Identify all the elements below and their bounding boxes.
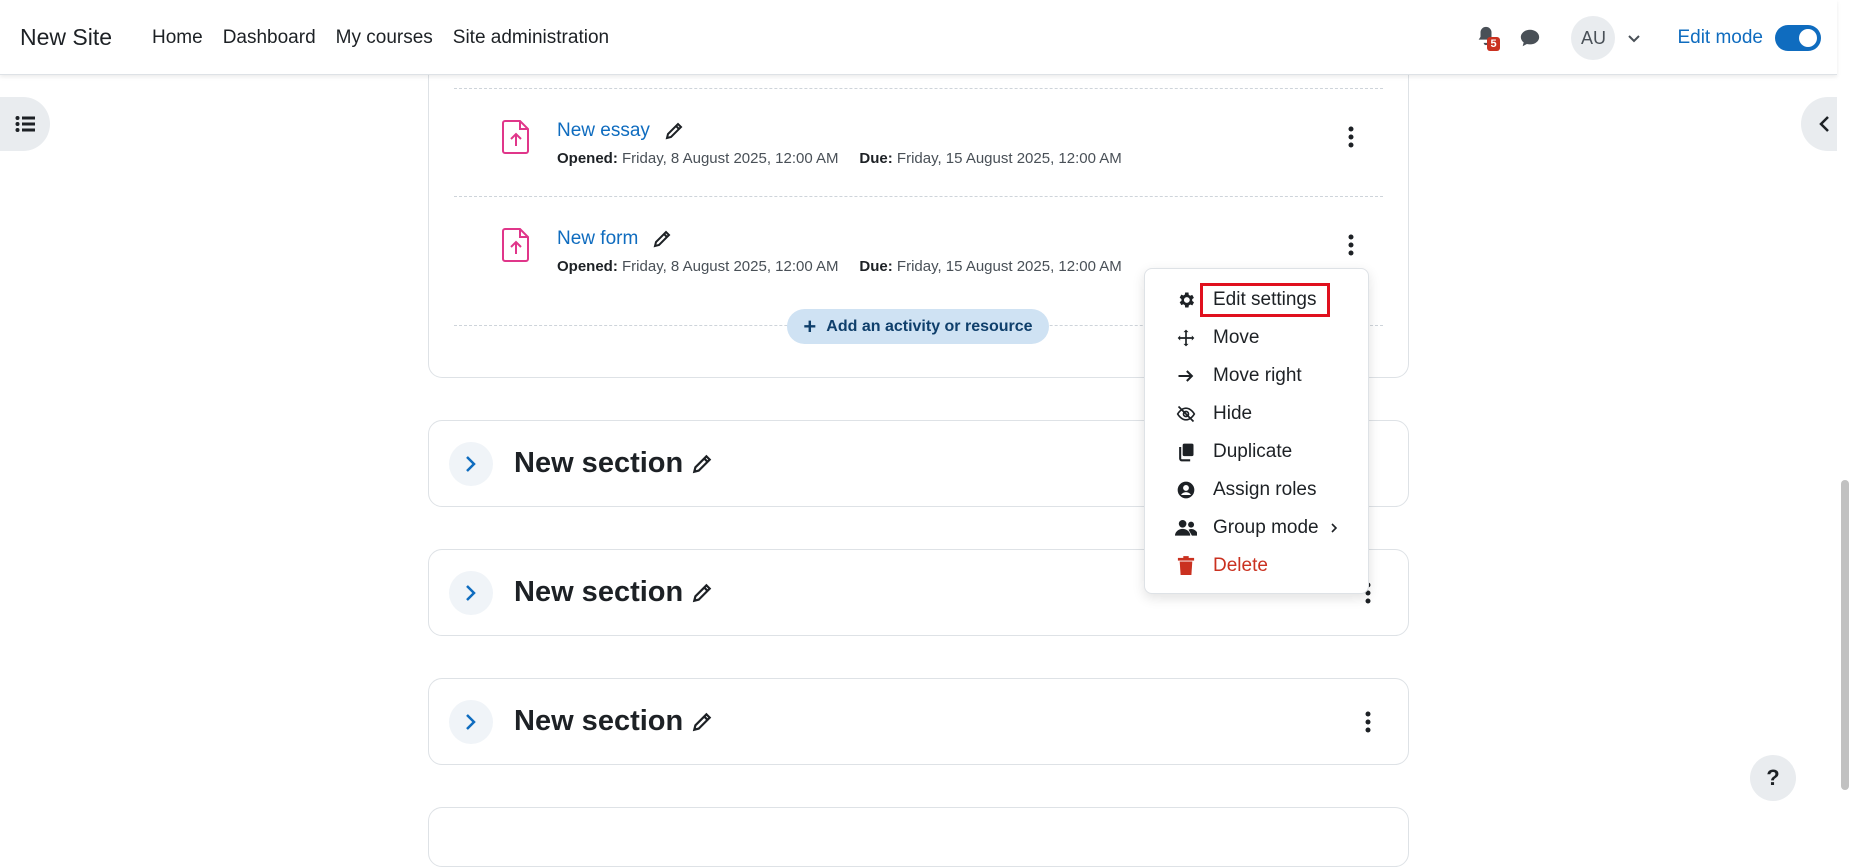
users-icon	[1175, 517, 1197, 539]
user-avatar[interactable]: AU	[1571, 16, 1616, 60]
add-activity-label: Add an activity or resource	[826, 317, 1033, 335]
nav-home[interactable]: Home	[152, 27, 203, 49]
menu-item-group-mode[interactable]: Group mode	[1145, 509, 1368, 547]
chevron-left-icon	[1819, 116, 1829, 132]
section-title: New section	[514, 705, 713, 738]
menu-item-label: Move right	[1213, 365, 1302, 386]
site-brand[interactable]: New Site	[20, 24, 112, 51]
chat-icon[interactable]	[1519, 27, 1541, 49]
arrow-right-icon	[1175, 365, 1197, 387]
section-name[interactable]: New section	[514, 705, 683, 738]
opened-label: Opened:	[557, 150, 618, 167]
activity-divider	[454, 196, 1383, 197]
section-title: New section	[514, 576, 713, 609]
pencil-icon[interactable]	[691, 582, 713, 604]
help-button[interactable]: ?	[1750, 755, 1796, 801]
menu-item-edit-settings[interactable]: Edit settings	[1145, 281, 1368, 319]
activity-divider	[454, 88, 1383, 89]
move-icon	[1175, 327, 1197, 349]
menu-item-label: Assign roles	[1213, 479, 1317, 500]
trash-icon	[1175, 555, 1197, 577]
menu-item-move[interactable]: Move	[1145, 319, 1368, 357]
assignment-icon	[502, 120, 529, 154]
menu-item-label: Move	[1213, 327, 1260, 348]
activity-title[interactable]: New essay	[557, 120, 684, 142]
chevron-right-icon	[466, 585, 476, 601]
activity-title[interactable]: New form	[557, 228, 672, 250]
due-label: Due:	[859, 258, 893, 275]
activity-dates: Opened: Friday, 8 August 2025, 12:00 AM …	[557, 150, 1122, 167]
kebab-menu-icon[interactable]	[1365, 711, 1371, 733]
activity-action-menu: Edit settings Move Move right Hide Dupli…	[1144, 268, 1369, 594]
chevron-right-icon	[1331, 523, 1337, 533]
copy-icon	[1175, 441, 1197, 463]
notification-count-badge: 5	[1487, 37, 1500, 51]
menu-item-delete[interactable]: Delete	[1145, 547, 1368, 585]
primary-navigation: Home Dashboard My courses Site administr…	[152, 27, 629, 49]
chevron-right-icon	[466, 714, 476, 730]
menu-item-hide[interactable]: Hide	[1145, 395, 1368, 433]
nav-my-courses[interactable]: My courses	[336, 27, 433, 49]
section-name[interactable]: New section	[514, 447, 683, 480]
section-expand-button[interactable]	[449, 571, 493, 615]
due-date: Friday, 15 August 2025, 12:00 AM	[896, 150, 1122, 167]
pencil-icon[interactable]	[664, 121, 684, 141]
list-icon	[15, 116, 35, 132]
menu-item-label: Edit settings	[1200, 283, 1330, 317]
page-scrollbar[interactable]	[1837, 75, 1853, 839]
eye-slash-icon	[1175, 403, 1197, 425]
nav-dashboard[interactable]: Dashboard	[223, 27, 316, 49]
chevron-right-icon	[466, 456, 476, 472]
menu-item-move-right[interactable]: Move right	[1145, 357, 1368, 395]
section-expand-button[interactable]	[449, 442, 493, 486]
due-date: Friday, 15 August 2025, 12:00 AM	[896, 258, 1122, 275]
course-section-card: New section	[428, 678, 1409, 765]
section-title: New section	[514, 447, 713, 480]
scrollbar-thumb[interactable]	[1841, 480, 1849, 790]
activity-dates: Opened: Friday, 8 August 2025, 12:00 AM …	[557, 258, 1122, 275]
notifications-button[interactable]: 5	[1475, 25, 1501, 51]
menu-item-assign-roles[interactable]: Assign roles	[1145, 471, 1368, 509]
activity-item: New essay Opened: Friday, 8 August 2025,…	[469, 120, 1383, 200]
activity-link[interactable]: New form	[557, 228, 638, 250]
edit-mode-toggle[interactable]	[1775, 25, 1821, 51]
course-index-drawer-button[interactable]	[0, 97, 50, 151]
nav-site-administration[interactable]: Site administration	[453, 27, 609, 49]
opened-date: Friday, 8 August 2025, 12:00 AM	[622, 150, 839, 167]
section-expand-button[interactable]	[449, 700, 493, 744]
menu-item-label: Duplicate	[1213, 441, 1293, 462]
pencil-icon[interactable]	[652, 229, 672, 249]
opened-date: Friday, 8 August 2025, 12:00 AM	[622, 258, 839, 275]
edit-mode-label: Edit mode	[1677, 27, 1763, 48]
activity-link[interactable]: New essay	[557, 120, 650, 142]
gear-icon	[1175, 289, 1197, 311]
top-navbar: New Site Home Dashboard My courses Site …	[0, 0, 1837, 75]
kebab-menu-icon[interactable]	[1348, 126, 1354, 148]
course-section-card	[428, 807, 1409, 867]
add-activity-button[interactable]: + Add an activity or resource	[787, 309, 1049, 344]
menu-item-label: Group mode	[1213, 517, 1319, 538]
pencil-icon[interactable]	[691, 453, 713, 475]
chevron-down-icon[interactable]	[1627, 31, 1641, 45]
due-label: Due:	[859, 150, 893, 167]
assignment-icon	[502, 228, 529, 262]
user-navigation: 5 AU Edit mode	[1475, 16, 1821, 60]
menu-item-label: Hide	[1213, 403, 1253, 424]
menu-item-duplicate[interactable]: Duplicate	[1145, 433, 1368, 471]
kebab-menu-icon[interactable]	[1348, 234, 1354, 256]
plus-icon: +	[803, 313, 817, 339]
section-name[interactable]: New section	[514, 576, 683, 609]
opened-label: Opened:	[557, 258, 618, 275]
menu-item-label: Delete	[1213, 555, 1268, 576]
user-circle-icon	[1175, 479, 1197, 501]
pencil-icon[interactable]	[691, 711, 713, 733]
